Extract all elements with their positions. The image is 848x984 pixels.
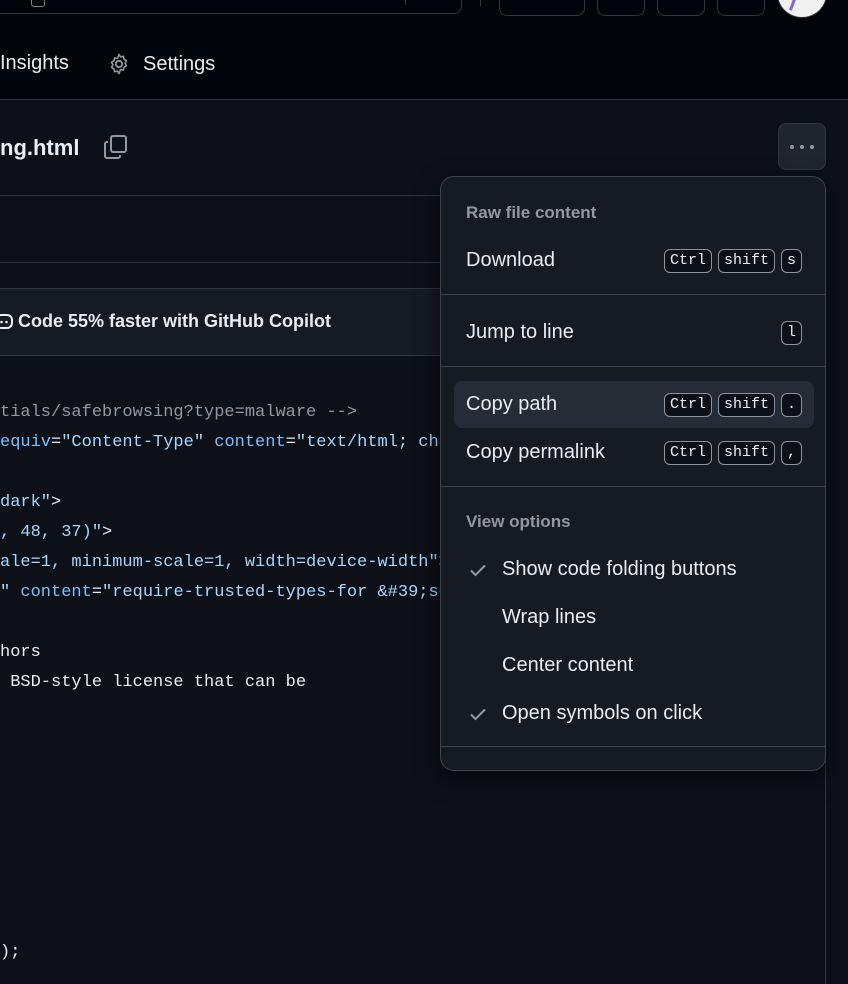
- check-icon: [470, 564, 486, 577]
- shortcut-keys: Ctrl shift ,: [663, 441, 802, 465]
- copilot-icon: [0, 314, 13, 329]
- copilot-banner-text[interactable]: Code 55% faster with GitHub Copilot: [18, 311, 331, 332]
- file-options-menu: Raw file content Download Ctrl shift s J…: [440, 176, 826, 771]
- shortcut-keys: Ctrl shift s: [663, 249, 802, 273]
- menu-divider: [441, 746, 825, 747]
- search-divider: [405, 0, 406, 5]
- menu-item-copy-permalink[interactable]: Copy permalink Ctrl shift ,: [454, 429, 814, 476]
- menu-item-label: Copy permalink: [466, 441, 605, 463]
- tab-settings-label: Settings: [143, 52, 216, 75]
- copilot-button[interactable]: [499, 0, 585, 16]
- more-options-button[interactable]: [778, 123, 826, 170]
- copy-icon[interactable]: [103, 134, 129, 160]
- slash-key-icon: [31, 0, 45, 7]
- code-line: dark">: [0, 493, 62, 512]
- menu-group-label-raw: Raw file content: [466, 203, 597, 222]
- tab-settings[interactable]: Settings: [107, 52, 215, 76]
- menu-item-label: Show code folding buttons: [502, 558, 737, 580]
- menu-item-center-content[interactable]: Center content: [454, 642, 814, 689]
- code-line: , 48, 37)">: [0, 523, 113, 542]
- menu-item-label: Download: [466, 249, 555, 271]
- menu-item-show-code-folding[interactable]: Show code folding buttons: [454, 546, 814, 593]
- code-line: BSD-style license that can be: [0, 673, 307, 692]
- menu-divider: [441, 486, 825, 487]
- inbox-button[interactable]: [717, 0, 765, 16]
- issues-button[interactable]: [597, 0, 645, 16]
- tab-insights[interactable]: Insights: [0, 52, 69, 75]
- gear-icon: [110, 53, 128, 75]
- avatar[interactable]: [777, 0, 827, 18]
- file-name: ng.html: [0, 135, 80, 160]
- menu-item-jump-to-line[interactable]: Jump to line l: [454, 309, 814, 356]
- code-line: equiv="Content-Type" content="text/html;…: [0, 433, 460, 452]
- code-line: " content="require-trusted-types-for &#3…: [0, 583, 460, 602]
- menu-divider: [441, 294, 825, 295]
- header-divider: [480, 0, 481, 6]
- pull-requests-button[interactable]: [657, 0, 705, 16]
- menu-item-label: Open symbols on click: [502, 702, 703, 724]
- shortcut-keys: Ctrl shift .: [663, 393, 802, 417]
- code-line: );: [0, 943, 21, 962]
- code-line: hors: [0, 643, 41, 662]
- top-header: Insights Settings: [0, 0, 848, 100]
- menu-item-label: Wrap lines: [502, 606, 597, 628]
- code-line: tials/safebrowsing?type=malware -->: [0, 403, 358, 422]
- menu-divider: [441, 366, 825, 367]
- shortcut-keys: l: [780, 321, 802, 345]
- search-input[interactable]: [0, 0, 462, 14]
- menu-group-label-view: View options: [466, 512, 571, 531]
- tab-insights-label: Insights: [0, 52, 69, 74]
- menu-item-download[interactable]: Download Ctrl shift s: [454, 237, 814, 284]
- menu-item-copy-path[interactable]: Copy path Ctrl shift .: [454, 381, 814, 428]
- check-icon: [470, 708, 486, 721]
- menu-item-label: Center content: [502, 654, 634, 676]
- code-line: ale=1, minimum-scale=1, width=device-wid…: [0, 553, 449, 572]
- menu-item-label: Copy path: [466, 393, 558, 415]
- menu-item-open-symbols[interactable]: Open symbols on click: [454, 690, 814, 737]
- menu-item-label: Jump to line: [466, 321, 574, 343]
- menu-item-wrap-lines[interactable]: Wrap lines: [454, 594, 814, 641]
